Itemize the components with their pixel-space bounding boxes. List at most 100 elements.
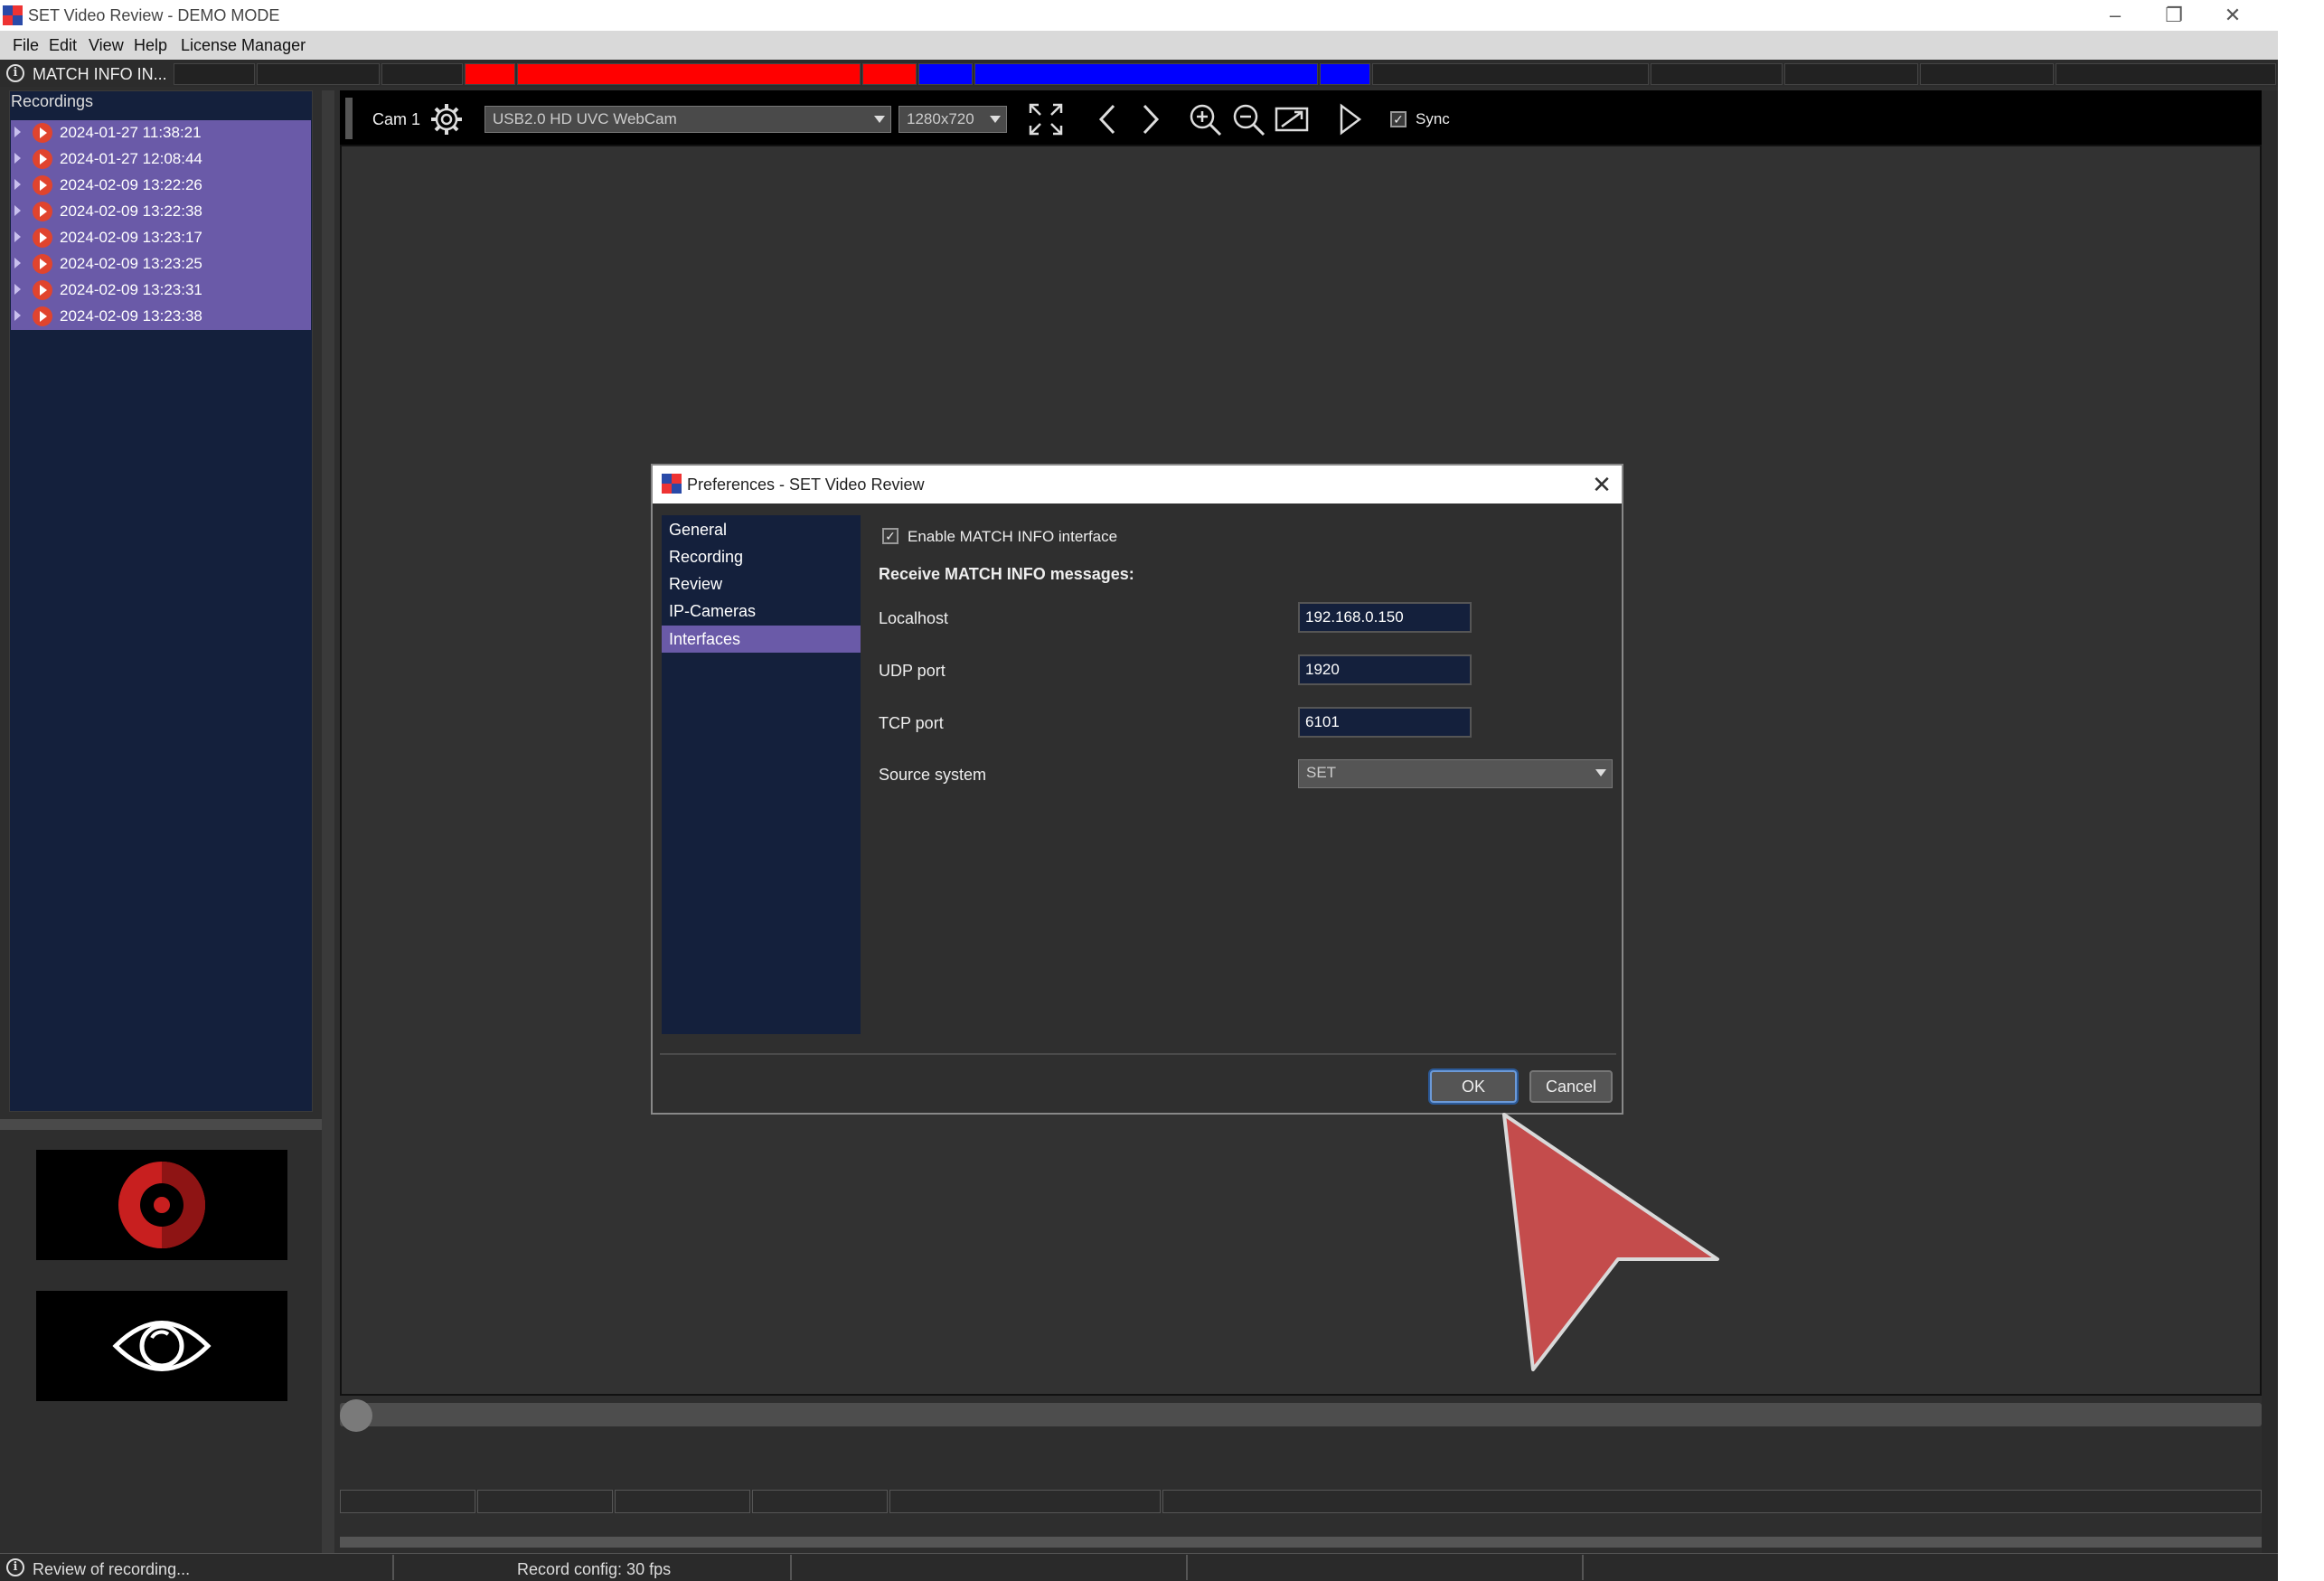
- nav-item-ip-cameras[interactable]: IP-Cameras: [669, 602, 756, 621]
- expand-arrow-icon[interactable]: [14, 127, 21, 137]
- window-title: SET Video Review - DEMO MODE: [28, 6, 280, 24]
- udp-port-label: UDP port: [879, 662, 946, 680]
- previous-icon[interactable]: [1090, 101, 1128, 137]
- app-logo-icon: [662, 474, 682, 494]
- expand-arrow-icon[interactable]: [14, 284, 21, 295]
- cancel-button[interactable]: Cancel: [1529, 1070, 1613, 1103]
- status-divider: [790, 1555, 792, 1580]
- play-record-icon: [33, 123, 52, 143]
- nav-item-general[interactable]: General: [669, 521, 727, 540]
- fit-to-window-icon[interactable]: [1273, 101, 1311, 137]
- sync-checkbox[interactable]: ✓: [1390, 111, 1407, 127]
- play-record-icon: [33, 175, 52, 195]
- gear-icon[interactable]: [428, 101, 465, 137]
- info-cell: [1920, 63, 2054, 85]
- play-record-icon: [33, 149, 52, 169]
- expand-arrow-icon[interactable]: [14, 205, 21, 216]
- recordings-header: Recordings: [11, 92, 94, 110]
- menu-file[interactable]: File: [13, 36, 39, 55]
- restore-icon[interactable]: ❐: [2147, 0, 2201, 31]
- panel-splitter-horizontal[interactable]: [0, 1119, 322, 1130]
- info-cell: [889, 1490, 1161, 1513]
- info-cell: [381, 63, 463, 85]
- nav-item-review[interactable]: Review: [669, 575, 722, 594]
- expand-arrow-icon[interactable]: [14, 231, 21, 242]
- recording-item[interactable]: 2024-01-27 11:38:21: [11, 120, 311, 146]
- tcp-port-input[interactable]: 6101: [1298, 707, 1472, 738]
- info-cell: [1784, 63, 1918, 85]
- expand-arrow-icon[interactable]: [14, 310, 21, 321]
- tcp-port-label: TCP port: [879, 714, 944, 732]
- section-heading: Receive MATCH INFO messages:: [879, 565, 1134, 583]
- toolbar-grip[interactable]: [345, 98, 353, 139]
- review-button[interactable]: [36, 1291, 287, 1401]
- source-system-select[interactable]: SET: [1298, 759, 1613, 788]
- cam-label: Cam 1: [372, 110, 421, 128]
- info-cell: [615, 1490, 750, 1513]
- play-record-icon: [33, 202, 52, 221]
- localhost-label: Localhost: [879, 609, 949, 627]
- zoom-in-icon[interactable]: [1186, 101, 1224, 137]
- score-segment-blue: [974, 63, 1318, 85]
- minimize-icon[interactable]: –: [2088, 0, 2142, 31]
- expand-arrow-icon[interactable]: [14, 179, 21, 190]
- score-segment-red: [465, 63, 515, 85]
- zoom-out-icon[interactable]: [1229, 101, 1267, 137]
- chevron-down-icon: [990, 116, 1001, 123]
- record-config-status: Record config: 30 fps: [517, 1560, 672, 1578]
- info-cell: [257, 63, 380, 85]
- close-icon[interactable]: ✕: [2206, 0, 2260, 31]
- right-splitter[interactable]: [2262, 90, 2278, 1555]
- info-cell: [1162, 1490, 2262, 1513]
- menu-help[interactable]: Help: [134, 36, 167, 55]
- panel-splitter-vertical[interactable]: [322, 90, 334, 1555]
- status-divider: [1186, 1555, 1188, 1580]
- localhost-input[interactable]: 192.168.0.150: [1298, 602, 1472, 633]
- info-cell: [1651, 63, 1783, 85]
- play-icon[interactable]: [1331, 101, 1369, 137]
- menu-edit[interactable]: Edit: [49, 36, 77, 55]
- dialog-divider: [660, 1053, 1616, 1055]
- play-record-icon: [33, 228, 52, 248]
- chevron-down-icon: [874, 116, 885, 123]
- udp-port-input[interactable]: 1920: [1298, 654, 1472, 685]
- record-button[interactable]: [36, 1150, 287, 1260]
- recording-item[interactable]: 2024-02-09 13:22:26: [11, 173, 311, 199]
- recording-item[interactable]: 2024-02-09 13:23:31: [11, 278, 311, 304]
- timeline-track[interactable]: [340, 1403, 2262, 1426]
- enable-match-info-checkbox[interactable]: ✓: [882, 528, 899, 544]
- bottom-splitter[interactable]: [340, 1537, 2262, 1548]
- menu-view[interactable]: View: [89, 36, 124, 55]
- source-system-label: Source system: [879, 766, 987, 784]
- recording-item[interactable]: 2024-02-09 13:23:17: [11, 225, 311, 251]
- resolution-select[interactable]: 1280x720: [899, 106, 1007, 133]
- recording-item[interactable]: 2024-01-27 12:08:44: [11, 146, 311, 173]
- recording-item[interactable]: 2024-02-09 13:23:25: [11, 251, 311, 278]
- nav-item-interfaces[interactable]: Interfaces: [669, 630, 740, 649]
- menu-license-manager[interactable]: License Manager: [181, 36, 306, 55]
- ok-button[interactable]: OK: [1430, 1070, 1517, 1103]
- fullscreen-icon[interactable]: [1027, 101, 1065, 137]
- recording-item[interactable]: 2024-02-09 13:23:38: [11, 304, 311, 330]
- info-cell: [752, 1490, 888, 1513]
- next-icon[interactable]: [1132, 101, 1170, 137]
- app-logo-icon: [3, 5, 23, 25]
- sync-label: Sync: [1416, 110, 1450, 127]
- nav-item-recording[interactable]: Recording: [669, 548, 743, 567]
- expand-arrow-icon[interactable]: [14, 258, 21, 268]
- status-divider: [392, 1555, 394, 1580]
- info-icon: i: [6, 64, 24, 82]
- recording-item[interactable]: 2024-02-09 13:22:38: [11, 199, 311, 225]
- play-record-icon: [33, 280, 52, 300]
- info-cell: [1372, 63, 1649, 85]
- match-info-label[interactable]: MATCH INFO IN...: [33, 65, 167, 84]
- close-icon[interactable]: ✕: [1582, 466, 1622, 503]
- expand-arrow-icon[interactable]: [14, 153, 21, 164]
- menu-bar: File Edit View Help License Manager: [0, 31, 2278, 60]
- record-target-icon: [118, 1162, 205, 1248]
- timeline-handle[interactable]: [340, 1399, 372, 1432]
- dialog-title: Preferences - SET Video Review: [687, 475, 925, 494]
- play-record-icon: [33, 306, 52, 326]
- camera-select[interactable]: USB2.0 HD UVC WebCam: [485, 106, 891, 133]
- play-record-icon: [33, 254, 52, 274]
